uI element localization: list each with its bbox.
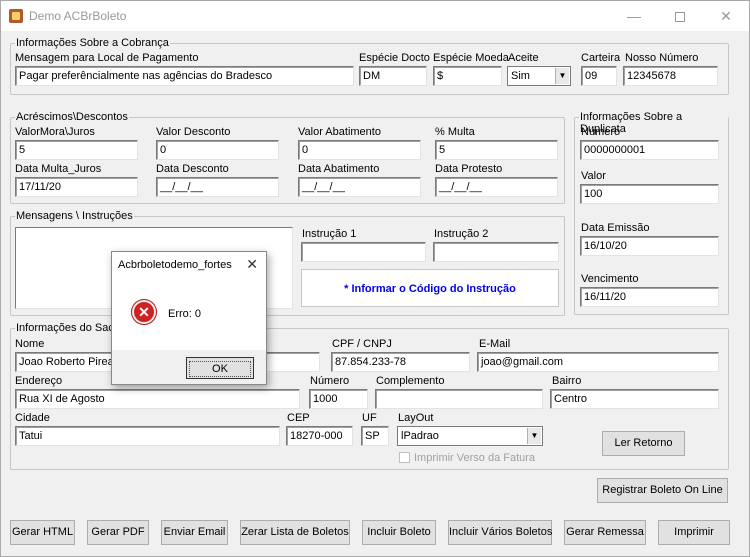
imprimir-button[interactable]: Imprimir — [658, 520, 730, 545]
dialog-body: ✕ Erro: 0 — [112, 278, 266, 350]
vencimento-input[interactable]: 16/11/20 — [580, 287, 719, 307]
uf-input[interactable]: SP — [361, 426, 389, 446]
email-label: E-Mail — [479, 338, 511, 350]
cidade-label: Cidade — [15, 412, 50, 424]
data-abatimento-label: Data Abatimento — [298, 163, 380, 175]
valor-mora-label: ValorMora\Juros — [15, 126, 95, 138]
minimize-button[interactable]: — — [611, 1, 657, 31]
app-icon — [9, 9, 23, 23]
sacado-numero-label: Número — [310, 375, 350, 387]
layout-value: lPadrao — [401, 430, 439, 442]
mensagens-title: Mensagens \ Instruções — [15, 210, 134, 222]
cep-label: CEP — [287, 412, 310, 424]
imprimir-verso-label: Imprimir Verso da Fatura — [414, 452, 536, 464]
instrucao2-input[interactable] — [433, 242, 559, 262]
gerar-remessa-button[interactable]: Gerar Remessa — [564, 520, 646, 545]
cpf-label: CPF / CNPJ — [332, 338, 392, 350]
aceite-label: Aceite — [508, 52, 539, 64]
valor-desconto-input[interactable]: 0 — [156, 140, 279, 160]
main-window: Demo ACBrBoleto — ✕ Informações Sobre a … — [0, 0, 750, 557]
ler-retorno-button[interactable]: Ler Retorno — [602, 431, 685, 456]
cep-input[interactable]: 18270-000 — [286, 426, 353, 446]
sacado-numero-input[interactable]: 1000 — [309, 389, 368, 409]
instrucao-info-panel: * Informar o Código do Instrução — [301, 269, 559, 307]
dialog-title-bar: Acbrboletodemo_fortes ✕ — [112, 252, 266, 278]
dup-valor-label: Valor — [581, 170, 606, 182]
data-multa-input[interactable]: 17/11/20 — [15, 177, 138, 197]
endereco-label: Endereço — [15, 375, 63, 387]
registrar-boleto-button[interactable]: Registrar Boleto On Line — [597, 478, 728, 503]
aceite-value: Sim — [511, 70, 530, 82]
multa-input[interactable]: 5 — [435, 140, 558, 160]
nome-label: Nome — [15, 338, 45, 350]
gerar-pdf-button[interactable]: Gerar PDF — [87, 520, 149, 545]
cidade-input[interactable]: Tatui — [15, 426, 280, 446]
data-protesto-label: Data Protesto — [435, 163, 503, 175]
dup-valor-input[interactable]: 100 — [580, 184, 719, 204]
layout-label: LayOut — [398, 412, 434, 424]
carteira-input[interactable]: 09 — [581, 66, 617, 86]
mensagem-label: Mensagem para Local de Pagamento — [15, 52, 199, 64]
cpf-input[interactable]: 87.854.233-78 — [331, 352, 470, 372]
dup-numero-label: Número — [581, 126, 621, 138]
complemento-input[interactable] — [375, 389, 543, 409]
aceite-select[interactable]: Sim ▼ — [507, 66, 571, 86]
imprimir-verso-checkbox[interactable] — [399, 452, 410, 463]
maximize-button[interactable] — [657, 1, 703, 31]
cobranca-title: Informações Sobre a Cobrança — [15, 37, 170, 49]
incluir-varios-button[interactable]: Incluir Vários Boletos — [448, 520, 552, 545]
ok-button[interactable]: OK — [186, 357, 254, 379]
ok-button-label: OK — [189, 361, 251, 377]
dialog-title: Acbrboletodemo_fortes — [118, 259, 232, 271]
especie-docto-input[interactable]: DM — [359, 66, 427, 86]
bairro-label: Bairro — [552, 375, 582, 387]
chevron-down-icon[interactable]: ▼ — [527, 428, 541, 444]
data-desconto-input[interactable]: __/__/__ — [156, 177, 279, 197]
dialog-close-button[interactable]: ✕ — [246, 256, 258, 273]
data-multa-label: Data Multa_Juros — [15, 163, 102, 175]
bairro-input[interactable]: Centro — [550, 389, 719, 409]
data-emissao-label: Data Emissão — [581, 222, 650, 234]
zerar-lista-button[interactable]: Zerar Lista de Boletos — [240, 520, 350, 545]
data-protesto-input[interactable]: __/__/__ — [435, 177, 558, 197]
window-title: Demo ACBrBoleto — [29, 9, 127, 23]
nosso-numero-label: Nosso Número — [625, 52, 699, 64]
instrucao1-input[interactable] — [301, 242, 426, 262]
enviar-email-button[interactable]: Enviar Email — [161, 520, 228, 545]
chevron-down-icon[interactable]: ▼ — [555, 68, 569, 84]
maximize-icon — [675, 12, 685, 23]
especie-docto-label: Espécie Docto — [359, 52, 430, 64]
gerar-html-button[interactable]: Gerar HTML — [10, 520, 75, 545]
valor-abatimento-label: Valor Abatimento — [298, 126, 381, 138]
close-button[interactable]: ✕ — [703, 1, 749, 31]
multa-label: % Multa — [435, 126, 475, 138]
nosso-numero-input[interactable]: 12345678 — [623, 66, 718, 86]
valor-abatimento-input[interactable]: 0 — [298, 140, 421, 160]
data-abatimento-input[interactable]: __/__/__ — [298, 177, 421, 197]
data-emissao-input[interactable]: 16/10/20 — [580, 236, 719, 256]
vencimento-label: Vencimento — [581, 273, 639, 285]
layout-select[interactable]: lPadrao ▼ — [397, 426, 543, 446]
data-desconto-label: Data Desconto — [156, 163, 229, 175]
valor-desconto-label: Valor Desconto — [156, 126, 231, 138]
carteira-label: Carteira — [581, 52, 621, 64]
instrucao1-label: Instrução 1 — [302, 228, 357, 240]
error-icon: ✕ — [132, 300, 156, 324]
incluir-boleto-button[interactable]: Incluir Boleto — [362, 520, 436, 545]
uf-label: UF — [362, 412, 377, 424]
especie-moeda-input[interactable]: $ — [433, 66, 502, 86]
instrucao2-label: Instrução 2 — [434, 228, 489, 240]
mensagem-input[interactable]: Pagar preferêncialmente nas agências do … — [15, 66, 354, 86]
error-dialog: Acbrboletodemo_fortes ✕ ✕ Erro: 0 OK — [111, 251, 267, 385]
endereco-input[interactable]: Rua XI de Agosto — [15, 389, 300, 409]
especie-moeda-label: Espécie Moeda — [433, 52, 509, 64]
valor-mora-input[interactable]: 5 — [15, 140, 138, 160]
dup-numero-input[interactable]: 0000000001 — [580, 140, 719, 160]
complemento-label: Complemento — [376, 375, 445, 387]
email-input[interactable]: joao@gmail.com — [477, 352, 719, 372]
title-bar: Demo ACBrBoleto — ✕ — [1, 1, 749, 31]
dialog-message: Erro: 0 — [168, 308, 202, 320]
acrescimos-title: Acréscimos\Descontos — [15, 111, 129, 123]
